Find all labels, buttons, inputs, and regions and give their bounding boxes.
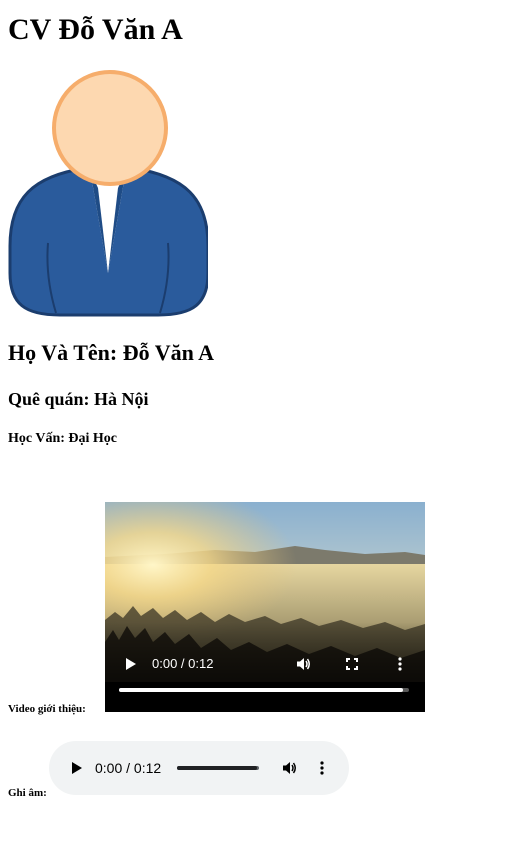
video-time: 0:00 / 0:12 [152,656,214,671]
video-label: Video giới thiệu: [8,703,86,715]
play-icon [72,762,82,774]
volume-icon [297,658,310,670]
play-icon [126,658,136,670]
video-fullscreen-button[interactable] [341,653,363,675]
video-progress-bar[interactable] [119,688,409,692]
more-vertical-icon [320,761,324,775]
audio-label: Ghi âm: [8,787,47,799]
volume-icon [283,762,296,774]
full-name: Họ Và Tên: Đỗ Văn A [8,340,214,365]
video-player[interactable]: 0:00 / 0:12 [105,502,425,712]
audio-player[interactable]: 0:00 / 0:12 [49,741,349,795]
audio-more-button[interactable] [311,757,333,779]
video-play-button[interactable] [119,653,141,675]
video-progress-fill [119,688,404,692]
audio-volume-button[interactable] [279,757,301,779]
audio-play-button[interactable] [65,757,87,779]
hometown: Quê quán: Hà Nội [8,389,149,409]
cv-page: CV Đỗ Văn A Họ Và Tên: Đỗ Văn A Quê quán… [0,0,532,841]
audio-progress-bar[interactable] [177,766,259,770]
video-volume-button[interactable] [293,653,315,675]
more-vertical-icon [398,657,402,671]
audio-progress-fill [177,766,258,770]
fullscreen-icon [346,658,358,670]
audio-time: 0:00 / 0:12 [95,760,162,776]
person-avatar-icon [8,70,208,317]
education: Học Vấn: Đại Học [8,431,118,446]
page-title: CV Đỗ Văn A [8,13,183,46]
video-more-button[interactable] [389,653,411,675]
